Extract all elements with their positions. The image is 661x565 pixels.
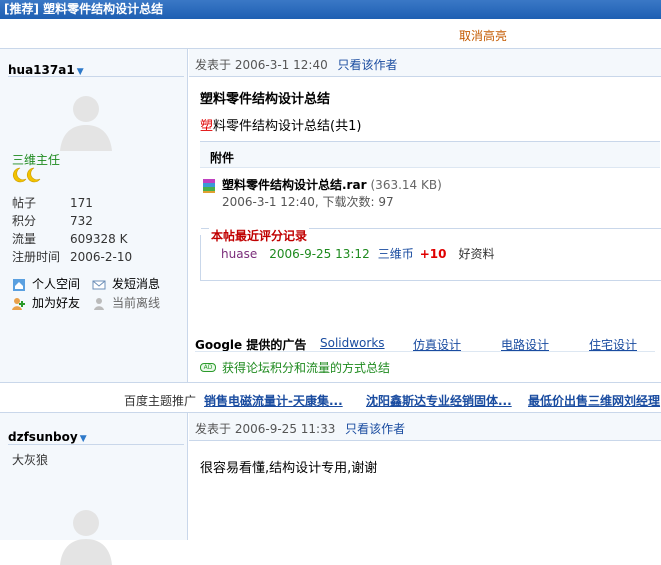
rating-time: 2006-9-25 13:12 (269, 247, 370, 261)
envelope-icon (92, 278, 106, 292)
post-title: 塑料零件结构设计总结 (200, 92, 331, 107)
attachment-header: 附件 (200, 142, 660, 168)
baidu-promo-bar: 百度主题推广 销售电磁流量计-天康集... 沈阳鑫斯达专业经销固体... 最低价… (0, 382, 661, 413)
post-body: 塑料零件结构设计总结(共1) (200, 119, 362, 134)
post-meta: 发表于 2006-3-1 12:40 只看该作者 (189, 49, 661, 77)
home-icon (12, 278, 26, 292)
post-2: dzfsunboy ▼ 大灰狼 发表于 2006-9-25 11:33 只看该作者… (0, 413, 661, 565)
post-1-content: 发表于 2006-3-1 12:40 只看该作者 塑料零件结构设计总结 塑料零件… (189, 49, 661, 382)
divider (8, 444, 184, 445)
rating-currency: 三维币 (377, 247, 414, 261)
promo-link-3[interactable]: 最低价出售三维网刘经理 (528, 392, 660, 409)
post-2-content: 发表于 2006-9-25 11:33 只看该作者 很容易看懂,结构设计专用,谢… (189, 413, 661, 540)
post-2-author-panel: dzfsunboy ▼ 大灰狼 (0, 413, 188, 565)
post-body: 很容易看懂,结构设计专用,谢谢 (200, 461, 378, 476)
attachment-box: 附件 塑料零件结构设计总结.rar (363.14 KB) 2006-3-1 12… (200, 141, 660, 219)
cancel-highlight-link[interactable]: 取消高亮 (459, 27, 507, 44)
post-1-author-panel: hua137a1 ▼ 三维主任 帖子 171 积分 732 流量 609328 K 注册… (0, 49, 188, 382)
thread-title-bar: [推荐] 塑料零件结构设计总结 (0, 0, 661, 19)
chevron-down-icon[interactable]: ▼ (80, 434, 87, 444)
promo-label: 百度主题推广 (124, 394, 197, 408)
only-author-link[interactable]: 只看该作者 (345, 422, 405, 436)
rating-points: +10 (419, 247, 447, 261)
author-rank: 三维主任 (12, 153, 61, 167)
rating-user[interactable]: huase (221, 247, 257, 261)
rating-reason: 好资料 (458, 247, 495, 261)
forum-tip-link[interactable]: AD 获得论坛积分和流量的方式总结 (200, 359, 390, 376)
stat-points: 积分 732 (12, 214, 93, 228)
divider (195, 351, 655, 352)
thread-title: 塑料零件结构设计总结 (43, 2, 164, 16)
personal-space-link[interactable]: 个人空间 (12, 275, 80, 294)
thread-toolbar: 取消高亮 (0, 19, 661, 49)
ad-link-solidworks[interactable]: Solidworks (320, 336, 385, 350)
ad-badge-icon: AD (200, 363, 216, 372)
post-time: 2006-3-1 12:40 (234, 58, 328, 72)
only-author-link[interactable]: 只看该作者 (338, 58, 398, 72)
post-meta: 发表于 2006-9-25 11:33 只看该作者 (189, 413, 661, 441)
author-rank: 大灰狼 (12, 453, 49, 467)
divider (8, 76, 184, 77)
add-friend-link[interactable]: 加为好友 (12, 294, 80, 313)
attachment-meta: 2006-3-1 12:40, 下载次数: 97 (222, 195, 394, 209)
moon-rank-icon (12, 167, 41, 183)
post-1: hua137a1 ▼ 三维主任 帖子 171 积分 732 流量 609328 K 注册… (0, 49, 661, 382)
recommend-tag[interactable]: [推荐] (4, 2, 39, 16)
rating-row: huase 2006-9-25 13:12 三维币 +10 好资料 (221, 245, 495, 262)
stat-posts: 帖子 171 (12, 196, 93, 210)
rating-title: 本帖最近评分记录 (209, 227, 310, 244)
promo-link-1[interactable]: 销售电磁流量计-天康集... (204, 392, 343, 409)
author-username[interactable]: dzfsunboy ▼ (8, 430, 87, 444)
add-user-icon (12, 297, 26, 311)
author-stats: 帖子 171 积分 732 流量 609328 K 注册时间 2006-2-10 (12, 194, 132, 266)
rating-record: 本帖最近评分记录 huase 2006-9-25 13:12 三维币 +10 好资料 (200, 227, 661, 281)
offline-status: 当前离线 (92, 294, 160, 313)
attachment-filename[interactable]: 塑料零件结构设计总结.rar (363.14 KB) (222, 176, 442, 193)
rar-archive-icon (203, 179, 215, 193)
promo-link-2[interactable]: 沈阳鑫斯达专业经销固体... (366, 392, 512, 409)
stat-traffic: 流量 609328 K (12, 232, 128, 246)
avatar-silhouette-icon (60, 510, 112, 565)
attachment-size: (363.14 KB) (370, 178, 442, 192)
send-message-link[interactable]: 发短消息 (92, 275, 160, 294)
ads-label: Google 提供的广告 (195, 338, 307, 352)
offline-user-icon (92, 297, 106, 311)
author-username[interactable]: hua137a1 ▼ (8, 63, 84, 77)
stat-register-date: 注册时间 2006-2-10 (12, 250, 133, 264)
post-time: 2006-9-25 11:33 (234, 422, 336, 436)
avatar-silhouette-icon (60, 96, 112, 151)
